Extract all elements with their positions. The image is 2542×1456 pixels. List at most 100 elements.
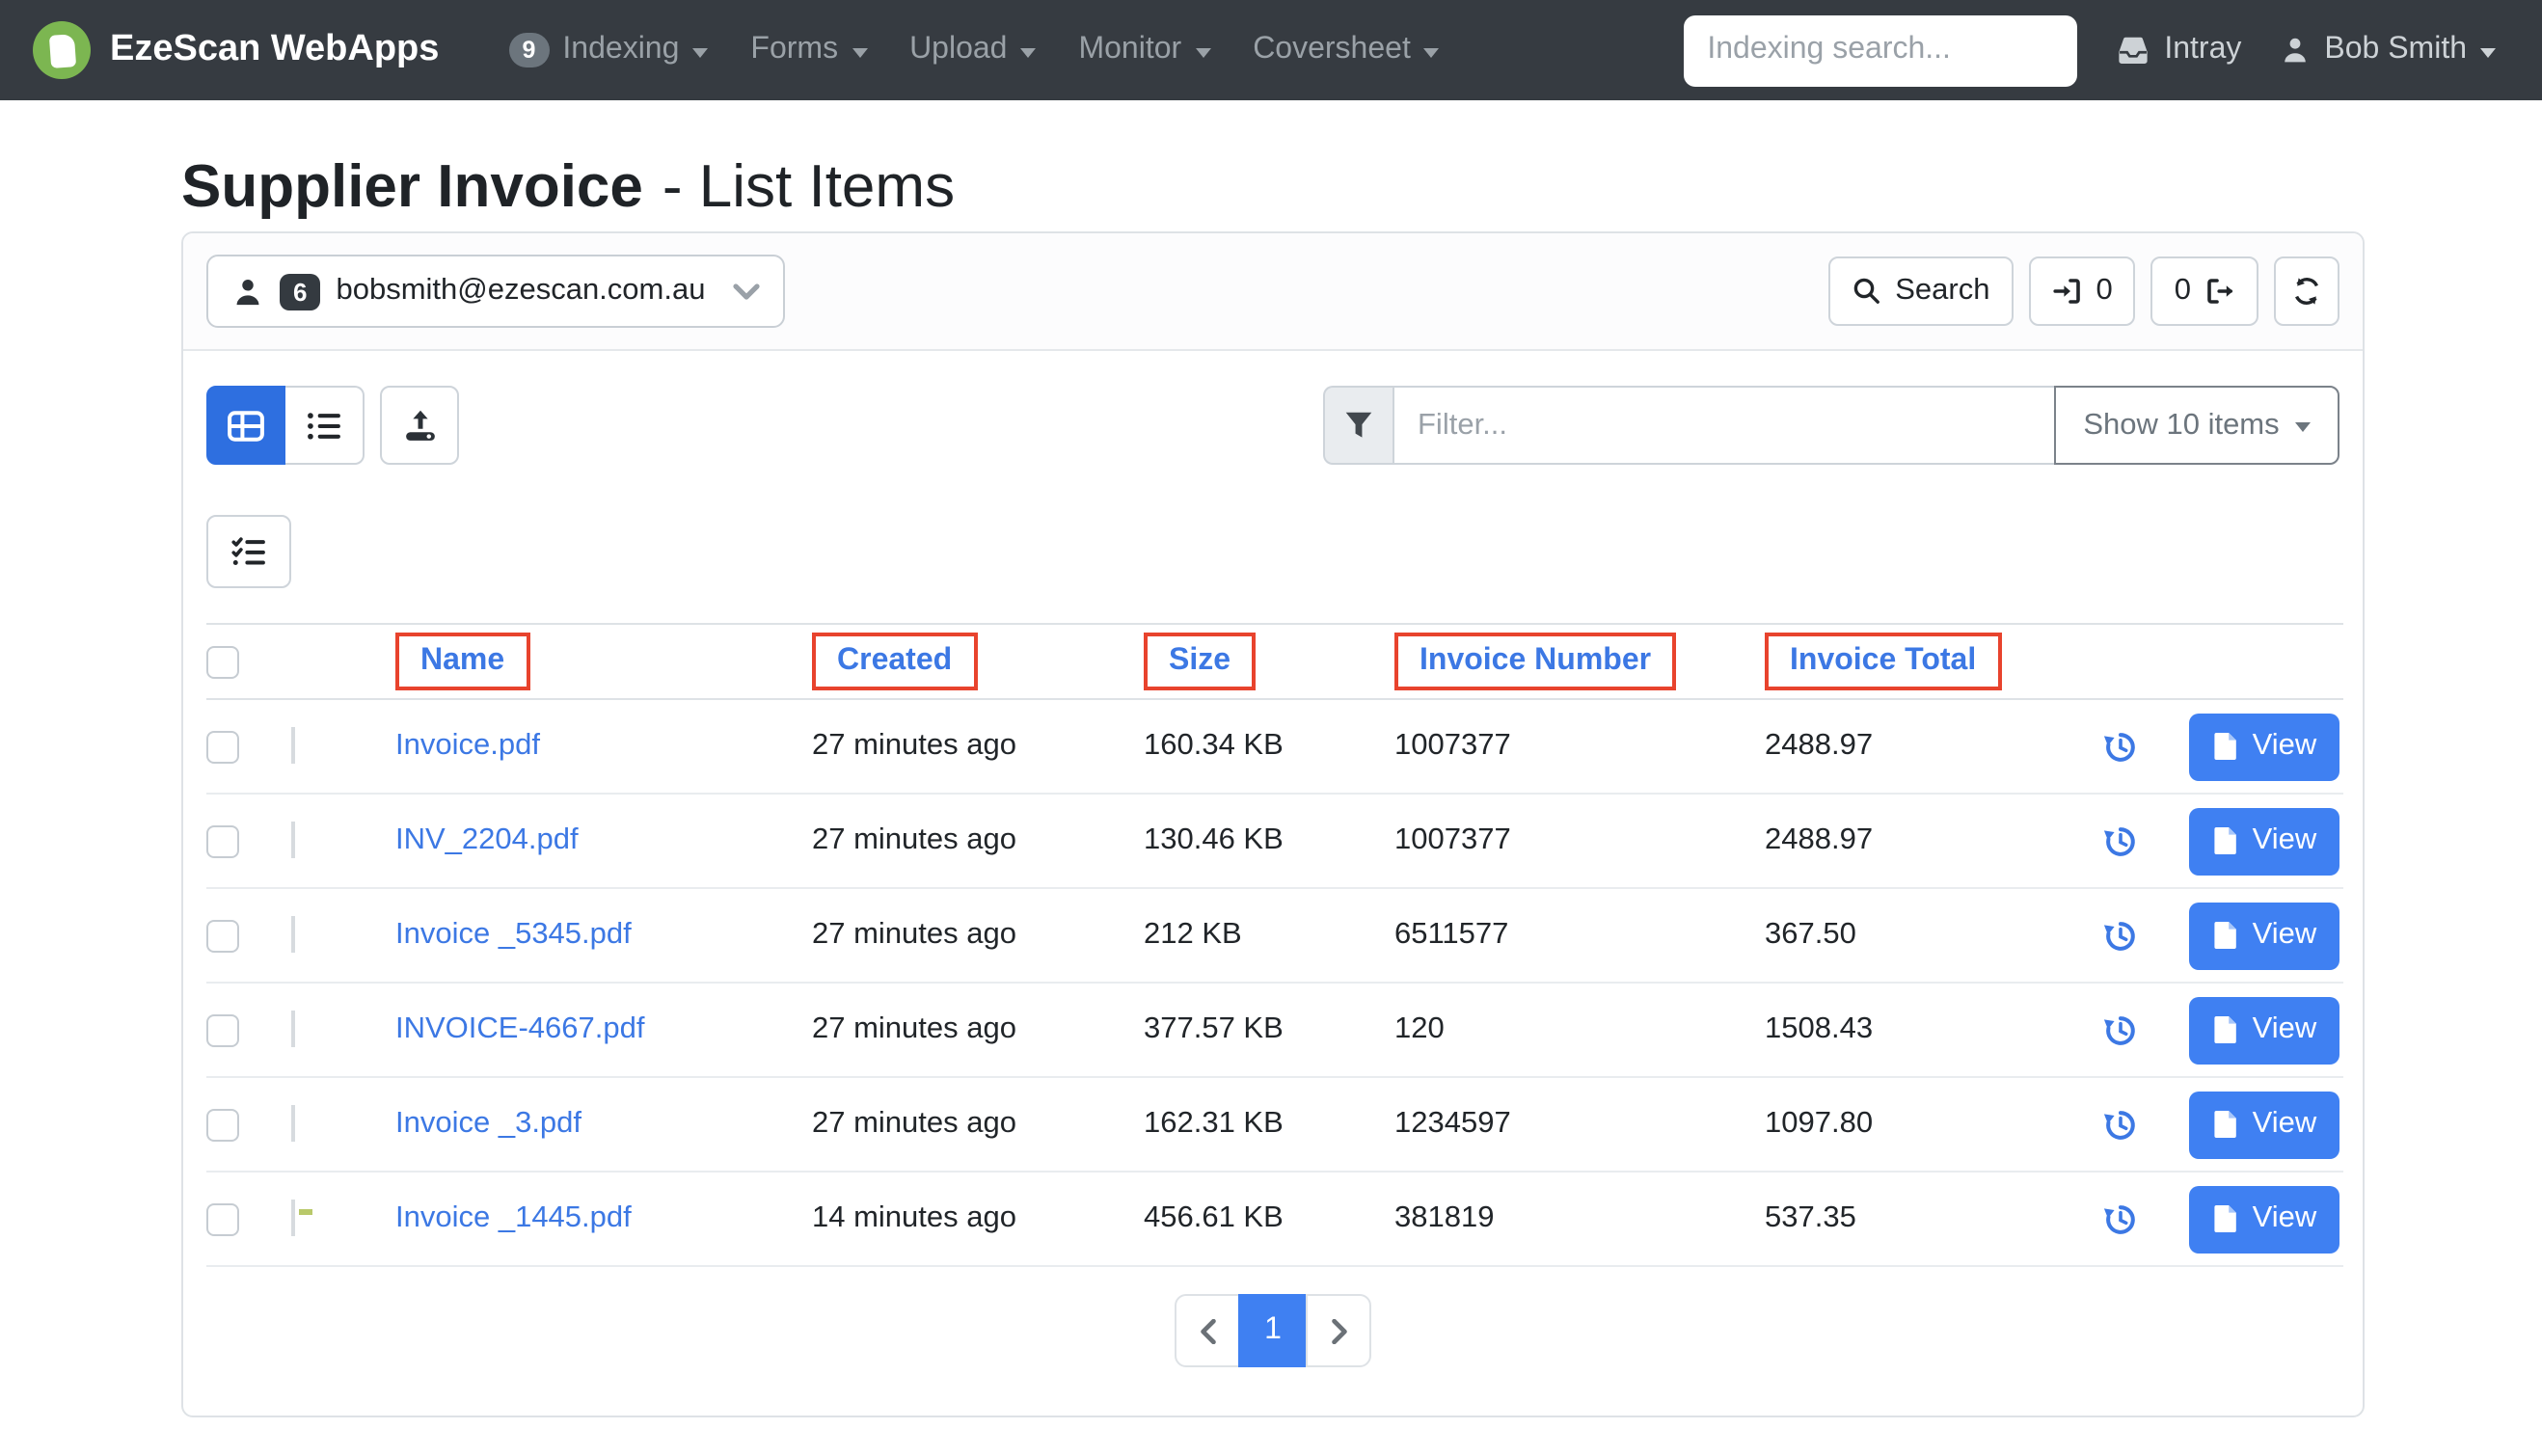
nav-item-upload[interactable]: Upload	[909, 33, 1037, 67]
list-toolbar: Show 10 items	[206, 386, 2339, 465]
history-button[interactable]	[2102, 728, 2139, 765]
column-annotation-box: Invoice Total	[1765, 633, 2002, 690]
view-button-label: View	[2252, 729, 2317, 762]
upload-icon	[402, 408, 437, 443]
person-icon	[231, 275, 264, 308]
grid-view-button[interactable]	[206, 386, 285, 465]
funnel-icon	[1344, 411, 1373, 440]
column-header-invoice-number[interactable]: Invoice Number	[1420, 644, 1651, 677]
pagination-next-button[interactable]	[1306, 1294, 1371, 1367]
column-header-size[interactable]: Size	[1169, 644, 1230, 677]
grid-view-icon	[228, 410, 264, 441]
file-name-link[interactable]: Invoice _1445.pdf	[395, 1201, 632, 1234]
refresh-button[interactable]	[2274, 256, 2339, 326]
file-icon	[2212, 825, 2239, 856]
top-navbar: EzeScan WebApps 9 Indexing Forms Upload …	[0, 0, 2542, 100]
indexing-search-input[interactable]	[1684, 14, 2078, 86]
file-thumbnail[interactable]	[291, 822, 295, 858]
invoice-total-cell: 1097.80	[1765, 1107, 1874, 1140]
row-checkbox[interactable]	[206, 1013, 239, 1046]
refresh-icon	[2291, 276, 2322, 307]
column-header-invoice-total[interactable]: Invoice Total	[1790, 644, 1976, 677]
nav-item-forms[interactable]: Forms	[750, 33, 868, 67]
file-icon	[2212, 1203, 2239, 1234]
upload-button[interactable]	[380, 386, 459, 465]
pagination-prev-button[interactable]	[1175, 1294, 1240, 1367]
queue-user-select[interactable]: 6 bobsmith@ezescan.com.au	[206, 255, 785, 328]
nav-item-indexing[interactable]: 9 Indexing	[508, 33, 709, 67]
table-row: Invoice.pdf 27 minutes ago 160.34 KB 100…	[206, 699, 2343, 795]
file-thumbnail[interactable]	[291, 1011, 295, 1047]
history-button[interactable]	[2102, 822, 2139, 859]
file-thumbnail[interactable]	[291, 1200, 295, 1236]
filter-input[interactable]	[1393, 386, 2056, 465]
file-name-link[interactable]: Invoice.pdf	[395, 729, 540, 762]
check-out-count: 0	[2174, 274, 2191, 307]
nav-user-menu[interactable]: Bob Smith	[2280, 33, 2496, 67]
pagination-page-1[interactable]: 1	[1238, 1294, 1308, 1367]
created-cell: 27 minutes ago	[812, 1012, 1016, 1045]
table-row: INV_2204.pdf 27 minutes ago 130.46 KB 10…	[206, 794, 2343, 889]
view-button[interactable]: View	[2189, 902, 2339, 969]
sign-out-icon	[2204, 276, 2235, 307]
search-button[interactable]: Search	[1827, 256, 2014, 326]
filter-addon	[1323, 386, 1393, 465]
caret-down-icon	[1423, 47, 1440, 57]
view-button[interactable]: View	[2189, 1185, 2339, 1253]
row-checkbox[interactable]	[206, 919, 239, 952]
row-checkbox[interactable]	[206, 824, 239, 857]
column-header-created[interactable]: Created	[837, 644, 952, 677]
file-thumbnail[interactable]	[291, 916, 295, 953]
nav-item-label: Upload	[909, 33, 1008, 66]
chevron-left-icon	[1199, 1318, 1216, 1343]
select-actions-button[interactable]	[206, 515, 291, 588]
clock-history-icon	[2102, 1200, 2139, 1237]
view-button[interactable]: View	[2189, 713, 2339, 780]
caret-down-icon	[692, 47, 709, 57]
invoice-total-cell: 2488.97	[1765, 729, 1874, 762]
size-cell: 377.57 KB	[1144, 1012, 1284, 1045]
show-items-dropdown[interactable]: Show 10 items	[2054, 386, 2339, 465]
file-name-link[interactable]: Invoice _3.pdf	[395, 1107, 581, 1140]
column-annotation-box: Size	[1144, 633, 1257, 690]
history-button[interactable]	[2102, 1106, 2139, 1143]
table-row: Invoice _3.pdf 27 minutes ago 162.31 KB …	[206, 1077, 2343, 1173]
view-button[interactable]: View	[2189, 807, 2339, 875]
select-all-checkbox[interactable]	[206, 645, 239, 678]
nav-item-coversheet[interactable]: Coversheet	[1253, 33, 1440, 67]
row-checkbox[interactable]	[206, 1202, 239, 1235]
list-items-card: 6 bobsmith@ezescan.com.au Search 0 0 Fil…	[181, 231, 2365, 1417]
chevron-right-icon	[1330, 1318, 1347, 1343]
created-cell: 27 minutes ago	[812, 1107, 1016, 1140]
view-button[interactable]: View	[2189, 1091, 2339, 1158]
file-name-link[interactable]: INVOICE-4667.pdf	[395, 1012, 644, 1045]
column-annotation-box: Name	[395, 633, 530, 690]
check-in-button[interactable]: 0	[2028, 256, 2136, 326]
list-view-button[interactable]	[285, 386, 365, 465]
file-name-link[interactable]: INV_2204.pdf	[395, 823, 579, 856]
file-thumbnail[interactable]	[291, 1105, 295, 1142]
row-checkbox[interactable]	[206, 1108, 239, 1141]
view-button[interactable]: View	[2189, 996, 2339, 1064]
filter-group: Show 10 items	[1323, 386, 2339, 465]
file-name-link[interactable]: Invoice _5345.pdf	[395, 918, 632, 951]
history-button[interactable]	[2102, 1011, 2139, 1048]
history-button[interactable]	[2102, 1200, 2139, 1237]
queue-count-badge: 6	[280, 273, 321, 310]
size-cell: 162.31 KB	[1144, 1107, 1284, 1140]
nav-item-monitor[interactable]: Monitor	[1078, 33, 1211, 67]
column-header-name[interactable]: Name	[420, 644, 504, 677]
view-button-label: View	[2252, 823, 2317, 856]
caret-down-icon	[1195, 47, 1211, 57]
nav-item-intray[interactable]: Intray	[2116, 33, 2241, 67]
check-in-count: 0	[2096, 274, 2113, 307]
invoice-number-cell: 381819	[1394, 1201, 1495, 1234]
invoice-total-cell: 537.35	[1765, 1201, 1856, 1234]
invoice-total-cell: 367.50	[1765, 918, 1856, 951]
brand-title[interactable]: EzeScan WebApps	[110, 29, 439, 71]
file-thumbnail[interactable]	[291, 727, 295, 764]
check-out-button[interactable]: 0	[2150, 256, 2258, 326]
history-button[interactable]	[2102, 917, 2139, 954]
row-checkbox[interactable]	[206, 730, 239, 763]
indexing-count-badge: 9	[508, 33, 550, 67]
